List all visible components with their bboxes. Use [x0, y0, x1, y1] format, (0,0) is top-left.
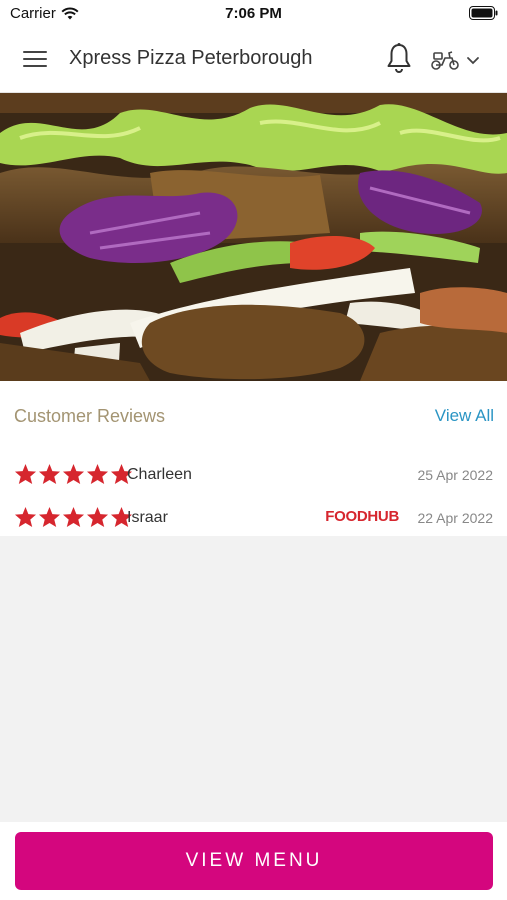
review-item: Israar FOODHUB 22 Apr 2022 — [0, 504, 507, 534]
review-date: 25 Apr 2022 — [417, 467, 493, 483]
footer-bar: VIEW MENU — [0, 822, 507, 900]
star-icon — [62, 463, 85, 485]
status-time: 7:06 PM — [225, 5, 282, 22]
star-icon — [14, 506, 37, 528]
star-icon — [62, 506, 85, 528]
hamburger-menu-icon[interactable] — [22, 48, 48, 70]
reviewer-name: Charleen — [127, 466, 192, 483]
star-icon — [86, 506, 109, 528]
kebab-photo — [0, 93, 507, 381]
reviews-title: Customer Reviews — [14, 406, 166, 426]
foodhub-logo: FOODHUB — [325, 508, 399, 525]
customer-reviews-section: Customer Reviews View All Charleen 25 Ap… — [0, 381, 507, 536]
bell-icon[interactable] — [385, 42, 413, 74]
hero-image — [0, 93, 507, 381]
reviewer-name: Israar — [127, 509, 168, 526]
battery-icon — [469, 6, 498, 20]
star-icon — [14, 463, 37, 485]
review-date: 22 Apr 2022 — [417, 510, 493, 526]
page-title: Xpress Pizza Peterborough — [69, 47, 313, 69]
star-icon — [38, 506, 61, 528]
delivery-mode-selector[interactable] — [430, 48, 490, 72]
star-icon — [38, 463, 61, 485]
star-rating — [14, 506, 133, 528]
star-rating — [14, 463, 133, 485]
review-item: Charleen 25 Apr 2022 — [0, 461, 507, 491]
app-header: Xpress Pizza Peterborough — [0, 26, 507, 93]
view-menu-button[interactable]: VIEW MENU — [15, 832, 493, 890]
chevron-down-icon — [467, 57, 479, 65]
status-bar: Carrier 7:06 PM — [0, 0, 507, 26]
scooter-icon — [431, 51, 459, 70]
view-all-link[interactable]: View All — [435, 406, 494, 426]
star-icon — [86, 463, 109, 485]
